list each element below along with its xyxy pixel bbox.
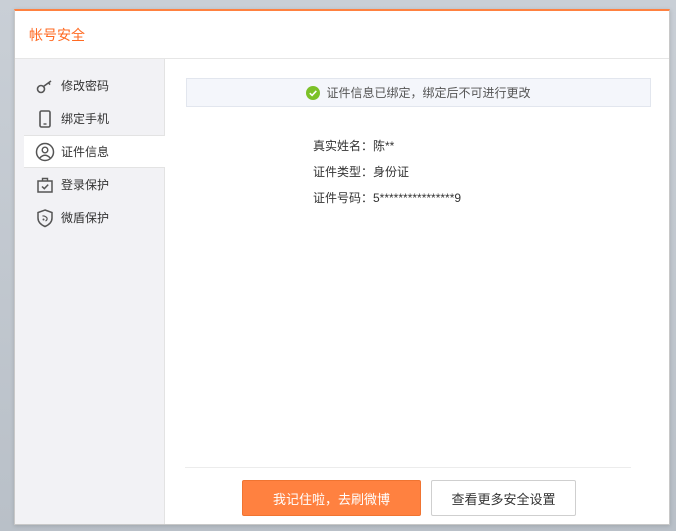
dialog-title: 帐号安全 [29, 26, 85, 43]
more-security-settings-button[interactable]: 查看更多安全设置 [431, 480, 576, 516]
sidebar-item-label: 证件信息 [61, 145, 110, 159]
notice-text: 证件信息已绑定，绑定后不可进行更改 [326, 86, 531, 100]
go-weibo-button[interactable]: 我记住啦，去刷微博 [242, 480, 421, 516]
sidebar-item-label: 登录保护 [61, 178, 110, 192]
sidebar: 修改密码 绑定手机 证件信息 登录保护 微盾保护 [15, 59, 165, 524]
phone-icon [35, 109, 55, 129]
bound-notice: 证件信息已绑定，绑定后不可进行更改 [186, 78, 651, 107]
sidebar-item-label: 微盾保护 [61, 211, 110, 225]
real-name-row: 真实姓名：陈** [313, 139, 395, 153]
sidebar-item-weidun-protection[interactable]: 微盾保护 [15, 201, 164, 234]
key-icon [35, 76, 55, 96]
sidebar-item-label: 修改密码 [61, 79, 110, 93]
sidebar-item-label: 绑定手机 [61, 112, 110, 126]
id-number-row: 证件号码：5****************9 [313, 191, 462, 205]
main-content: 证件信息已绑定，绑定后不可进行更改 真实姓名：陈** 证件类型：身份证 证件号码… [165, 59, 669, 524]
id-type-row: 证件类型：身份证 [313, 165, 410, 179]
id-info-list: 真实姓名：陈** 证件类型：身份证 证件号码：5****************… [313, 133, 461, 211]
user-icon [35, 142, 55, 162]
shield-icon [35, 208, 55, 228]
footer-divider [185, 467, 631, 468]
account-security-dialog: 帐号安全 修改密码 绑定手机 证件信息 登录保护 微盾保护 证件信息已绑定，绑定… [14, 9, 670, 525]
sidebar-item-bind-phone[interactable]: 绑定手机 [15, 102, 164, 135]
sidebar-item-id-info[interactable]: 证件信息 [24, 135, 165, 168]
dialog-body: 修改密码 绑定手机 证件信息 登录保护 微盾保护 证件信息已绑定，绑定后不可进行… [15, 59, 669, 524]
sidebar-item-login-protection[interactable]: 登录保护 [15, 168, 164, 201]
briefcase-check-icon [35, 175, 55, 195]
check-circle-icon [306, 85, 321, 100]
dialog-titlebar: 帐号安全 [15, 11, 669, 59]
sidebar-item-change-password[interactable]: 修改密码 [15, 69, 164, 102]
